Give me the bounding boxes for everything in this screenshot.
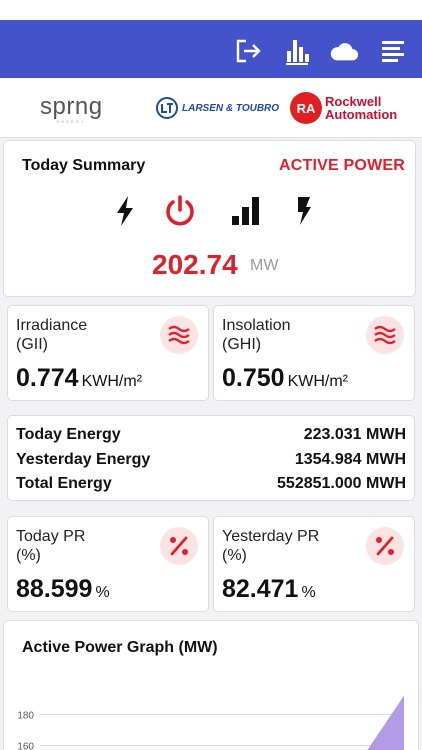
percent-icon [160, 527, 198, 565]
irradiance-card[interactable]: Irradiance (GII) 0.774 KWH/m² [7, 305, 209, 401]
irradiance-label: Irradiance (GII) [16, 317, 88, 353]
yesterday-pr-card[interactable]: Yesterday PR (%) 82.471% [213, 516, 415, 612]
yesterday-pr-value: 82.471% [222, 575, 316, 603]
energy-row-today: Today Energy 223.031 MWH [16, 426, 406, 443]
active-power-chart[interactable]: 180 160 [4, 621, 419, 750]
menu-icon[interactable] [378, 36, 408, 66]
today-pr-value: 88.599% [16, 575, 110, 603]
partner-logos: sprng ENERGY LARSEN & TOUBRO RA Rockwell… [0, 78, 422, 138]
today-pr-card[interactable]: Today PR (%) 88.599% [7, 516, 209, 612]
ra-emblem-icon: RA [290, 92, 322, 124]
power-icon[interactable] [162, 193, 198, 229]
energy-card: Today Energy 223.031 MWH Yesterday Energy… [7, 415, 415, 501]
y-tick-label: 180 [17, 710, 34, 721]
insolation-card[interactable]: Insolation (GHI) 0.750 KWH/m² [213, 305, 415, 401]
energy-row-total: Total Energy 552851.000 MWH [16, 475, 406, 492]
active-power-unit: MW [250, 257, 279, 274]
heat-waves-icon [160, 316, 198, 354]
rockwell-automation-logo: RA Rockwell Automation [290, 78, 397, 138]
active-power-mode[interactable]: ACTIVE POWER [279, 157, 405, 175]
insolation-value: 0.750 KWH/m² [222, 364, 348, 392]
sprng-logo: sprng ENERGY [40, 92, 103, 124]
active-power-area [367, 695, 404, 750]
status-bar [0, 0, 422, 20]
irradiance-value: 0.774 KWH/m² [16, 364, 142, 392]
today-pr-label: Today PR (%) [16, 528, 86, 564]
cloud-icon[interactable] [329, 36, 359, 66]
today-summary-card[interactable]: Today Summary ACTIVE POWER 202.74 MW [3, 140, 416, 297]
lightning-icon[interactable] [107, 193, 143, 229]
active-power-value: 202.74 [152, 249, 238, 280]
energy-row-yesterday: Yesterday Energy 1354.984 MWH [16, 451, 406, 468]
heat-waves-icon [366, 316, 404, 354]
active-power-graph-card[interactable]: Active Power Graph (MW) 180 160 [3, 620, 419, 750]
summary-title: Today Summary [22, 157, 146, 174]
bolt-icon[interactable] [286, 193, 322, 229]
app-bar [0, 20, 422, 78]
larsen-toubro-logo: LARSEN & TOUBRO [155, 78, 279, 138]
yesterday-pr-label: Yesterday PR (%) [222, 528, 320, 564]
lt-emblem-icon [156, 97, 178, 119]
y-tick-label: 160 [17, 741, 34, 750]
logout-icon[interactable] [233, 36, 263, 66]
percent-icon [366, 527, 404, 565]
signal-bars-icon[interactable] [228, 193, 264, 229]
bar-chart-icon[interactable] [282, 36, 312, 66]
insolation-label: Insolation (GHI) [222, 317, 291, 353]
